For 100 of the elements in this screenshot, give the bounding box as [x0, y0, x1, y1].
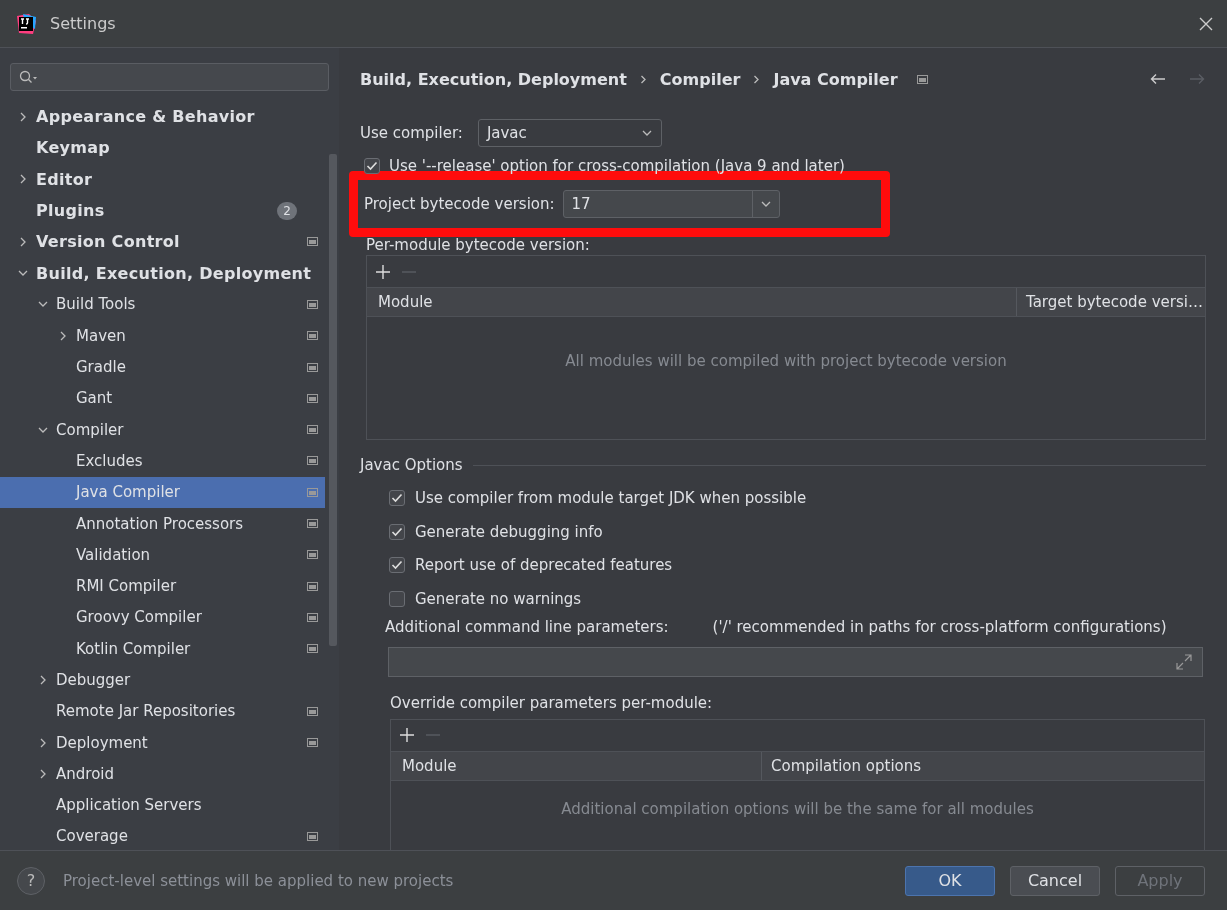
tree-item-label: Excludes [76, 451, 143, 470]
column-header[interactable]: Module [391, 751, 762, 780]
checkbox[interactable] [364, 158, 380, 174]
tree-item[interactable]: Gradle [0, 351, 325, 383]
add-icon[interactable] [376, 264, 390, 279]
project-level-icon [307, 581, 318, 591]
section-label: Override compiler parameters per-module: [390, 693, 714, 712]
chevron-right-icon[interactable] [18, 174, 28, 185]
checkbox[interactable] [389, 557, 405, 573]
tree-item[interactable]: Plugins 2 [0, 194, 325, 227]
help-button[interactable]: ? [17, 866, 45, 895]
close-icon[interactable] [1199, 16, 1213, 31]
chevron-right-icon[interactable] [18, 236, 28, 247]
count-badge: 2 [277, 201, 297, 220]
tree-item-label: RMI Compiler [76, 577, 177, 596]
project-level-icon [307, 237, 318, 247]
compiler-dropdown[interactable]: Javac [477, 119, 662, 147]
checkbox-label: Report use of deprecated features [415, 556, 673, 574]
section-label: Per-module bytecode version: [366, 236, 591, 254]
tree-item[interactable]: Kotlin Compiler [0, 633, 325, 665]
tree-item[interactable]: Build Tools [0, 288, 325, 321]
empty-table-text: Additional compilation options will be the same for all modules [561, 799, 1034, 818]
tree-item-label: Version Control [36, 232, 180, 252]
field-label: Additional command line parameters: [385, 617, 669, 636]
project-level-icon [307, 362, 318, 372]
tree-item-label: Build, Execution, Deployment [36, 263, 312, 283]
chevron-right-icon[interactable] [38, 768, 48, 779]
tree-item-label: Application Servers [56, 796, 202, 815]
project-level-icon [307, 456, 318, 466]
project-level-icon [307, 331, 318, 341]
chevron-right-icon[interactable] [38, 737, 48, 748]
scrollbar[interactable] [329, 154, 337, 646]
project-level-icon [307, 706, 318, 716]
tree-item[interactable]: Annotation Processors [0, 507, 325, 540]
tree-item[interactable]: Maven [0, 320, 325, 352]
section-title: Javac Options [360, 456, 463, 474]
tree-item[interactable]: Android [0, 758, 325, 790]
hint-text: ('/' recommended in paths for cross-platform configurations) [712, 617, 1167, 636]
breadcrumb-item[interactable]: Compiler [659, 69, 741, 89]
chevron-right-icon[interactable] [38, 675, 48, 685]
tree-item[interactable]: Deployment [0, 726, 325, 759]
project-level-icon [307, 644, 318, 654]
tree-item[interactable]: Version Control [0, 226, 325, 258]
column-header[interactable]: Compilation options [762, 751, 1204, 780]
chevron-down-icon [760, 200, 771, 208]
empty-table-text: All modules will be compiled with project bytecode version [565, 352, 1007, 370]
tree-item[interactable]: Remote Jar Repositories [0, 695, 325, 727]
project-level-icon [307, 487, 318, 497]
tree-item[interactable]: Excludes [0, 445, 325, 477]
field-label: Use compiler: [360, 124, 463, 142]
tree-item[interactable]: Editor [0, 163, 325, 195]
dialog-button[interactable]: OK [905, 865, 995, 896]
field-label: Project bytecode version: [364, 195, 555, 213]
tree-item[interactable]: Build, Execution, Deployment [0, 257, 325, 289]
project-level-icon [307, 738, 318, 748]
checkbox-label: Generate no warnings [415, 589, 582, 608]
tree-item-label: Remote Jar Repositories [56, 702, 236, 721]
bytecode-version-dropdown[interactable]: 17 [562, 190, 780, 218]
search-field[interactable] [10, 63, 329, 91]
dialog-button[interactable]: Cancel [1010, 865, 1100, 896]
tree-item[interactable]: Java Compiler [0, 476, 325, 508]
footer-hint: Project-level settings will be applied to new projects [63, 871, 454, 890]
project-level-icon [307, 831, 318, 841]
column-header[interactable]: Target bytecode versi… [1017, 288, 1205, 316]
checkbox[interactable] [389, 490, 405, 506]
breadcrumb-item[interactable]: Build, Execution, Deployment [360, 69, 627, 89]
tree-item[interactable]: Validation [0, 539, 325, 571]
checkbox[interactable] [389, 590, 405, 607]
tree-item-label: Android [56, 764, 114, 783]
tree-item-label: Maven [76, 326, 126, 345]
project-level-icon [307, 299, 318, 309]
tree-item[interactable]: Application Servers [0, 789, 325, 821]
back-arrow-icon[interactable] [1150, 73, 1166, 85]
parameters-input-field[interactable] [388, 646, 1203, 677]
chevron-right-icon[interactable] [18, 111, 28, 122]
tree-item[interactable]: Appearance & Behavior [0, 101, 325, 133]
tree-item-label: Keymap [36, 138, 111, 158]
checkbox-label: Use compiler from module target JDK when possible [415, 489, 807, 507]
chevron-down-icon [641, 129, 652, 137]
checkbox[interactable] [389, 523, 405, 540]
chevron-right-icon[interactable] [58, 330, 68, 341]
tree-item-label: Groovy Compiler [76, 608, 202, 627]
tree-item[interactable]: Debugger [0, 664, 325, 696]
tree-item-label: Plugins [36, 201, 105, 221]
column-header[interactable]: Module [367, 288, 1017, 316]
window-title: Settings [50, 14, 116, 33]
breadcrumb-item[interactable]: Java Compiler [773, 69, 898, 89]
add-icon[interactable] [400, 728, 414, 742]
tree-item-label: Gant [76, 389, 113, 408]
project-level-icon [916, 74, 928, 84]
tree-item[interactable]: Keymap [0, 132, 325, 164]
tree-item-label: Gradle [76, 358, 126, 376]
tree-item-label: Annotation Processors [76, 514, 244, 533]
tree-item-label: Kotlin Compiler [76, 639, 191, 658]
tree-item[interactable]: Gant [0, 382, 325, 414]
expand-icon[interactable] [1175, 652, 1193, 671]
tree-item[interactable]: RMI Compiler [0, 570, 325, 602]
tree-item[interactable]: Groovy Compiler [0, 601, 325, 634]
tree-item[interactable]: Compiler [0, 413, 325, 446]
tree-item[interactable]: Coverage [0, 820, 325, 850]
